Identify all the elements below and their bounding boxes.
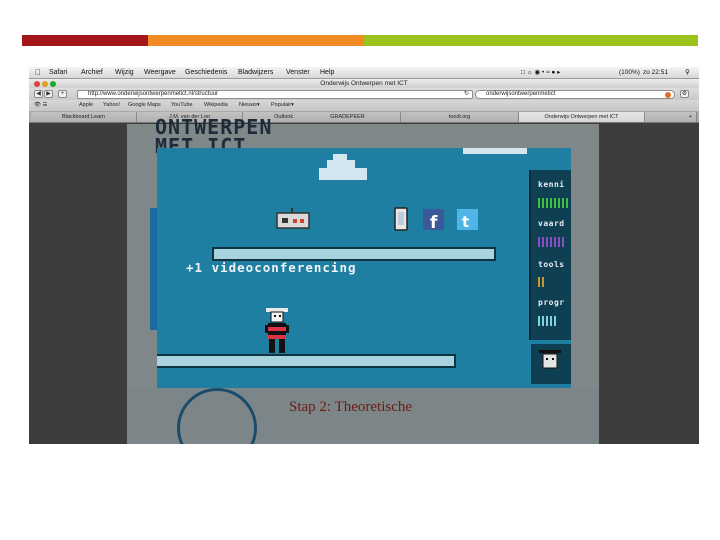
bookmark-wikipedia[interactable]: Wikipedia xyxy=(204,100,228,111)
status-icons: □ ☼ ◉ • ≈ ● ▸ xyxy=(521,69,561,76)
apple-menu-icon[interactable]:  xyxy=(35,67,41,79)
tab-blackboard[interactable]: Blackboard Learn xyxy=(31,112,137,122)
score-message: +1 videoconferencing xyxy=(186,260,357,275)
bookmark-youtube[interactable]: YouTube xyxy=(171,100,193,111)
menu-help[interactable]: Help xyxy=(320,67,334,79)
new-tab-button[interactable]: + xyxy=(645,112,697,122)
address-bar[interactable]: http://www.onderwijsontwerpenmetict.nl/s… xyxy=(77,90,473,99)
game-overlay[interactable]: f t +1 videoconferencing kenni vaard too… xyxy=(157,148,571,388)
skill-tools-label: tools xyxy=(538,260,565,269)
skills-sidebar: kenni vaard tools progr xyxy=(529,170,571,340)
step-title: Stap 2: Theoretische xyxy=(289,399,413,415)
svg-text:f: f xyxy=(430,213,438,233)
zoom-window-icon[interactable] xyxy=(50,80,56,87)
spotlight-icon[interactable]: ⚲ xyxy=(685,67,690,79)
close-window-icon[interactable] xyxy=(34,80,40,87)
back-icon[interactable]: ◀ xyxy=(34,90,43,98)
svg-text:t: t xyxy=(462,213,469,231)
facebook-icon: f xyxy=(423,209,444,233)
search-text: onderwijsontwerpenmetict xyxy=(486,91,556,97)
menu-venster[interactable]: Venster xyxy=(286,67,310,79)
search-field[interactable]: onderwijsontwerpenmetict xyxy=(475,90,675,99)
tab-gradepeer[interactable]: GRADEPEER xyxy=(295,112,401,122)
bookmark-google-maps[interactable]: Google Maps xyxy=(128,100,161,111)
battery-status: (100%) xyxy=(619,69,640,76)
browser-toolbar: ◀ ▶ + http://www.onderwijsontwerpenmetic… xyxy=(29,88,699,100)
skill-vaardigheden-label: vaard xyxy=(538,219,565,228)
robot-avatar-icon xyxy=(531,344,571,384)
skill-programma-label: progr xyxy=(538,298,565,307)
skill-tools-bars xyxy=(538,274,546,287)
window-title: Onderwijs Ontwerpen met ICT xyxy=(320,80,408,87)
url-text: http://www.onderwijsontwerpenmetict.nl/s… xyxy=(88,91,219,97)
menu-geschiedenis[interactable]: Geschiedenis xyxy=(185,67,227,79)
menu-bladwijzers[interactable]: Bladwijzers xyxy=(238,67,273,79)
skill-kennis-label: kenni xyxy=(538,180,565,189)
controller-icon xyxy=(276,208,310,229)
accent-band-orange xyxy=(148,35,364,46)
minimize-window-icon[interactable] xyxy=(42,80,48,87)
tab-toodi[interactable]: toodi.org xyxy=(401,112,519,122)
twitter-icon: t xyxy=(457,209,478,231)
menu-wijzig[interactable]: Wijzig xyxy=(115,67,134,79)
page-content: ONTWERPEN MET ICT f t +1 videoconferenci… xyxy=(29,117,699,444)
skill-programma-bars xyxy=(538,313,558,326)
skill-kennis-bars xyxy=(538,195,570,208)
bookmark-nieuws[interactable]: Nieuws▾ xyxy=(239,100,260,111)
bookmark-populair[interactable]: Populair▾ xyxy=(271,100,294,111)
window-title-bar: Onderwijs Ontwerpen met ICT xyxy=(29,79,699,88)
slide:  Safari Archief Wijzig Weergave Geschie… xyxy=(0,0,720,540)
phone-icon xyxy=(394,207,408,231)
reload-icon[interactable]: ↻ xyxy=(464,91,469,98)
forward-icon[interactable]: ▶ xyxy=(44,90,53,98)
bookmark-yahoo[interactable]: Yahoo! xyxy=(103,100,120,111)
skill-vaardigheden-bars xyxy=(538,234,566,247)
settings-gear-icon[interactable]: ⚙ xyxy=(680,90,689,98)
tab-bar: Blackboard Learn J.M. van der Loo Outloo… xyxy=(29,111,699,123)
player-character xyxy=(265,308,289,353)
menu-archief[interactable]: Archief xyxy=(81,67,103,79)
tab-onderwijs-ontwerpen[interactable]: Onderwijs Ontwerpen met ICT xyxy=(519,112,645,122)
bookmark-apple[interactable]: Apple xyxy=(79,100,93,111)
clear-search-icon[interactable] xyxy=(665,92,671,98)
bookmarks-bar: 👁 ☰ Apple Yahoo! Google Maps YouTube Wik… xyxy=(29,100,699,111)
reading-list-icon[interactable]: 👁 ☰ xyxy=(34,100,47,111)
accent-band-red xyxy=(22,35,148,46)
menu-bar:  Safari Archief Wijzig Weergave Geschie… xyxy=(29,67,699,79)
menu-weergave[interactable]: Weergave xyxy=(144,67,176,79)
accent-band-green xyxy=(364,35,698,46)
menu-safari[interactable]: Safari xyxy=(49,67,67,79)
add-bookmark-icon[interactable]: + xyxy=(58,90,67,98)
clock[interactable]: zo 22:51 xyxy=(643,67,668,79)
browser-screenshot:  Safari Archief Wijzig Weergave Geschie… xyxy=(29,67,699,444)
